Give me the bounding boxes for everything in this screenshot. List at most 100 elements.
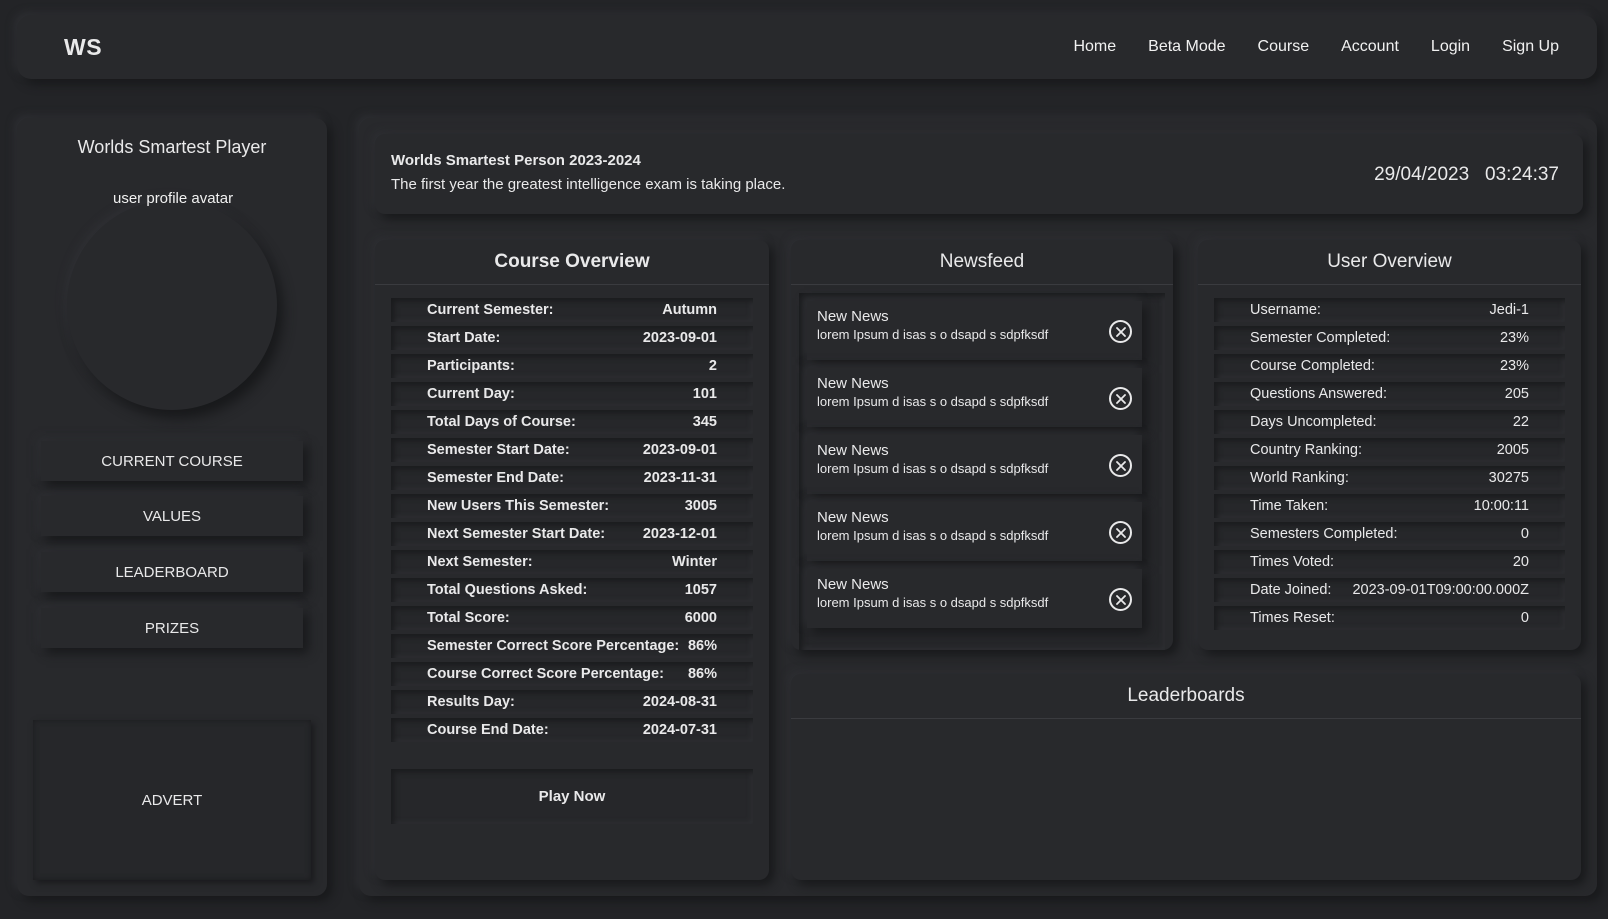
play-now-button[interactable]: Play Now	[391, 769, 753, 824]
user-stat-row: Semester Completed: 23%	[1214, 326, 1565, 350]
close-icon[interactable]	[1109, 588, 1132, 611]
user-stat-row: Questions Answered: 205	[1214, 382, 1565, 406]
advert-box: ADVERT	[33, 720, 311, 880]
course-stat-value: 2023-12-01	[642, 526, 717, 542]
course-stat-row: Current Semester: Autumn	[391, 298, 753, 322]
banner-date: 29/04/2023	[1374, 164, 1470, 185]
course-stat-row: Course End Date: 2024-07-31	[391, 718, 753, 742]
nav-link-home[interactable]: Home	[1073, 38, 1116, 56]
course-stat-row: Semester Start Date: 2023-09-01	[391, 438, 753, 462]
nav-link-beta-mode[interactable]: Beta Mode	[1148, 38, 1225, 56]
close-icon[interactable]	[1109, 521, 1132, 544]
course-stat-label: Semester Start Date:	[427, 442, 570, 458]
leaderboards-panel: Leaderboards	[791, 674, 1581, 880]
user-overview-list: Username: Jedi-1 Semester Completed: 23% Cou…	[1214, 298, 1565, 634]
nav-link-sign-up[interactable]: Sign Up	[1502, 38, 1559, 56]
close-icon[interactable]	[1109, 387, 1132, 410]
course-stat-label: Course Correct Score Percentage:	[427, 666, 664, 682]
news-item: New News lorem Ipsum d isas s o dsapd s s…	[807, 368, 1142, 427]
course-stat-value: 2023-09-01	[642, 330, 717, 346]
course-stat-row: Results Day: 2024-08-31	[391, 690, 753, 714]
user-stat-row: Username: Jedi-1	[1214, 298, 1565, 322]
user-stat-label: Country Ranking:	[1250, 442, 1363, 458]
course-stat-value: 3005	[684, 498, 717, 514]
news-item: New News lorem Ipsum d isas s o dsapd s s…	[807, 435, 1142, 494]
course-stat-label: Semester End Date:	[427, 470, 564, 486]
avatar	[67, 200, 277, 410]
avatar-alt-text: user profile avatar	[113, 190, 233, 207]
course-stat-label: Total Days of Course:	[427, 414, 576, 430]
course-overview-list: Current Semester: Autumn Start Date: 2023-0…	[391, 298, 753, 746]
news-body: lorem Ipsum d isas s o dsapd s sdpfksdf	[817, 528, 1049, 543]
user-stat-value: Jedi-1	[1489, 302, 1530, 318]
course-stat-value: Autumn	[662, 302, 717, 318]
user-stat-label: Username:	[1250, 302, 1321, 318]
news-title: New News	[817, 509, 889, 526]
course-stat-row: Participants: 2	[391, 354, 753, 378]
prizes-button[interactable]: PRIZES	[41, 608, 303, 648]
course-stat-value: 2023-11-31	[643, 470, 717, 486]
course-overview-title: Course Overview	[375, 240, 769, 285]
course-stat-label: Next Semester Start Date:	[427, 526, 606, 542]
news-body: lorem Ipsum d isas s o dsapd s sdpfksdf	[817, 595, 1049, 610]
news-body: lorem Ipsum d isas s o dsapd s sdpfksdf	[817, 461, 1049, 476]
banner-subtitle: The first year the greatest intelligence…	[391, 176, 786, 193]
user-stat-value: 30275	[1488, 470, 1529, 486]
course-stat-row: Total Score: 6000	[391, 606, 753, 630]
nav-link-login[interactable]: Login	[1431, 38, 1470, 56]
user-stat-value: 2005	[1496, 442, 1529, 458]
event-banner: Worlds Smartest Person 2023-2024 The fir…	[375, 134, 1583, 214]
course-stat-row: New Users This Semester: 3005	[391, 494, 753, 518]
values-button[interactable]: VALUES	[41, 496, 303, 536]
user-stat-row: Semesters Completed: 0	[1214, 522, 1565, 546]
user-stat-value: 10:00:11	[1473, 498, 1529, 514]
close-icon[interactable]	[1109, 320, 1132, 343]
player-sidebar: Worlds Smartest Player user profile avat…	[17, 118, 327, 896]
course-stat-label: Start Date:	[427, 330, 501, 346]
course-stat-value: 1057	[684, 582, 717, 598]
banner-time: 03:24:37	[1485, 164, 1559, 185]
course-stat-row: Semester End Date: 2023-11-31	[391, 466, 753, 490]
course-stat-row: Start Date: 2023-09-01	[391, 326, 753, 350]
user-stat-row: Time Taken: 10:00:11	[1214, 494, 1565, 518]
banner-clock: 29/04/2023 03:24:37	[1374, 164, 1559, 186]
player-title: Worlds Smartest Player	[77, 137, 267, 157]
user-stat-label: Times Reset:	[1250, 610, 1335, 626]
course-stat-row: Total Days of Course: 345	[391, 410, 753, 434]
news-item: New News lorem Ipsum d isas s o dsapd s s…	[807, 301, 1142, 360]
nav-link-course[interactable]: Course	[1258, 38, 1310, 56]
course-stat-row: Current Day: 101	[391, 382, 753, 406]
nav-link-account[interactable]: Account	[1341, 38, 1399, 56]
site-logo[interactable]: WS	[64, 34, 102, 61]
user-stat-label: Days Uncompleted:	[1250, 414, 1377, 430]
newsfeed-panel: Newsfeed New News lorem Ipsum d isas s o …	[791, 240, 1173, 650]
banner-title: Worlds Smartest Person 2023-2024	[391, 152, 641, 169]
newsfeed-title: Newsfeed	[791, 240, 1173, 285]
news-body: lorem Ipsum d isas s o dsapd s sdpfksdf	[817, 394, 1049, 409]
user-overview-title: User Overview	[1198, 240, 1581, 285]
course-stat-label: Next Semester:	[427, 554, 533, 570]
user-stat-value: 0	[1520, 526, 1529, 542]
course-stat-value: 2023-09-01	[642, 442, 717, 458]
user-stat-value: 23%	[1499, 330, 1529, 346]
course-stat-value: 2	[708, 358, 717, 374]
user-stat-value: 205	[1504, 386, 1529, 402]
news-item: New News lorem Ipsum d isas s o dsapd s s…	[807, 502, 1142, 561]
course-stat-label: Participants:	[427, 358, 515, 374]
user-stat-row: Date Joined: 2023-09-01T09:00:00.000Z	[1214, 578, 1565, 602]
close-x-glyph	[1115, 393, 1126, 404]
course-stat-value: 101	[692, 386, 717, 402]
course-stat-value: 345	[692, 414, 717, 430]
course-stat-value: 86%	[687, 666, 717, 682]
user-stat-value: 2023-09-01T09:00:00.000Z	[1352, 582, 1529, 598]
user-stat-label: Semester Completed:	[1250, 330, 1391, 346]
current-course-button[interactable]: CURRENT COURSE	[41, 441, 303, 481]
newsfeed-list[interactable]: New News lorem Ipsum d isas s o dsapd s s…	[799, 293, 1165, 650]
news-title: New News	[817, 576, 889, 593]
news-title: New News	[817, 375, 889, 392]
leaderboard-button[interactable]: LEADERBOARD	[41, 552, 303, 592]
user-stat-label: World Ranking:	[1250, 470, 1349, 486]
course-stat-value: 2024-08-31	[642, 694, 717, 710]
close-icon[interactable]	[1109, 454, 1132, 477]
main-content: Worlds Smartest Person 2023-2024 The fir…	[359, 118, 1597, 896]
